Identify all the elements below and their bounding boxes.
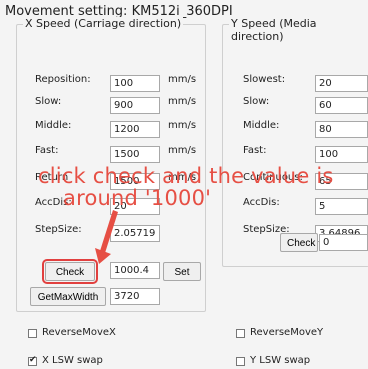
x-row-label: Middle:: [35, 120, 72, 131]
y-row-label: Middle:: [243, 120, 280, 131]
x-row-value-field[interactable]: 1500: [110, 146, 160, 163]
x-row-value-field[interactable]: 100: [110, 75, 160, 92]
y-lsw-swap-checkbox[interactable]: [236, 357, 245, 366]
y-lsw-swap-label: Y LSW swap: [250, 355, 311, 366]
y-row-label: Slow:: [243, 96, 270, 107]
x-check-button[interactable]: Check: [42, 259, 98, 284]
x-speed-group-title: X Speed (Carriage direction): [23, 17, 184, 30]
x-row-label: Reposition:: [35, 74, 91, 85]
x-row-label: StepSize:: [35, 224, 82, 235]
x-row-label: Fast:: [35, 145, 59, 156]
x-row-value-field[interactable]: 900: [110, 97, 160, 114]
x-row-unit: mm/s: [168, 120, 197, 131]
y-row-label: Slowest:: [243, 74, 286, 85]
y-row-value-field[interactable]: 60: [315, 97, 368, 114]
y-check-value-field[interactable]: 0: [319, 234, 368, 251]
reverse-move-x-label: ReverseMoveX: [42, 327, 116, 338]
x-row-value-field[interactable]: 1200: [110, 121, 160, 138]
y-row-value-field[interactable]: 80: [315, 121, 368, 138]
getmaxwidth-button[interactable]: GetMaxWidth: [30, 287, 106, 306]
reverse-move-y-label: ReverseMoveY: [250, 327, 324, 338]
y-row-value-field[interactable]: 5: [315, 198, 368, 215]
x-lsw-swap-checkbox[interactable]: [28, 355, 37, 366]
getmaxwidth-value-field[interactable]: 3720: [110, 288, 160, 305]
x-lsw-swap-label: X LSW swap: [42, 355, 103, 366]
x-row-unit: mm/s: [168, 74, 197, 85]
annotation-line-2: around '1000': [63, 186, 212, 210]
annotation-arrow: [95, 210, 118, 264]
reverse-move-x-checkbox[interactable]: [28, 329, 37, 338]
y-row-value-field[interactable]: 20: [315, 75, 368, 92]
x-row-label: Slow:: [35, 96, 62, 107]
x-row-unit: mm/s: [168, 96, 197, 107]
y-row-label: AccDis:: [243, 197, 280, 208]
y-row-label: Fast:: [243, 145, 267, 156]
y-speed-group-title: Y Speed (Media direction): [229, 17, 368, 43]
y-row-value-field[interactable]: 100: [315, 146, 368, 163]
annotation-line-1: click check and the value is: [38, 164, 334, 188]
y-check-button[interactable]: Check: [280, 233, 318, 252]
x-set-button[interactable]: Set: [163, 262, 201, 281]
x-row-unit: mm/s: [168, 145, 197, 156]
reverse-move-y-checkbox[interactable]: [236, 329, 245, 338]
